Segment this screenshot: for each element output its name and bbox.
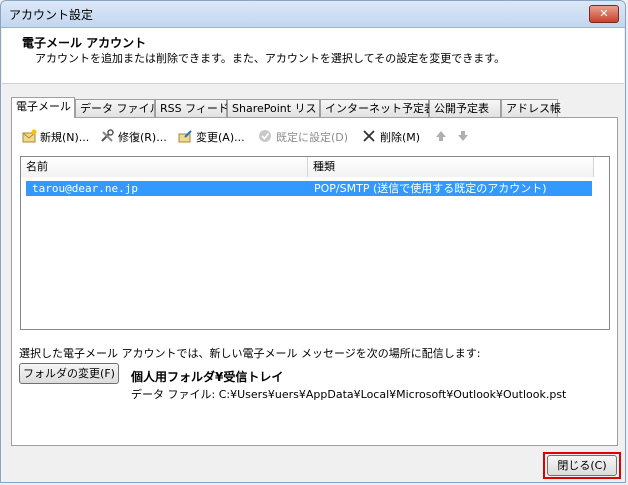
- change-icon: [178, 130, 192, 143]
- account-type: POP/SMTP (送信で使用する既定のアカウント): [314, 182, 547, 195]
- delete-label: 削除(M): [380, 131, 421, 144]
- email-tab-panel: 新規(N)... 修復(R)... 変更(A)... 既定に設定(D) 削除(M…: [11, 117, 618, 446]
- arrow-down-icon: [458, 131, 468, 141]
- repair-button[interactable]: 修復(R)...: [100, 129, 167, 147]
- column-header-name[interactable]: 名前: [21, 157, 308, 177]
- window-title: アカウント設定: [9, 8, 94, 22]
- account-settings-dialog: アカウント設定 ✕ 電子メール アカウント アカウントを追加または削除できます。…: [0, 0, 626, 483]
- check-circle-icon: [259, 130, 271, 142]
- delivery-description: 選択した電子メール アカウントでは、新しい電子メール メッセージを次の場所に配信…: [19, 347, 481, 360]
- close-icon: ✕: [599, 7, 609, 20]
- repair-icon: [101, 129, 114, 142]
- delivery-folder-name: 個人用フォルダ¥受信トレイ: [131, 370, 284, 384]
- tab-sharepoint-lists[interactable]: SharePoint リスト: [227, 99, 328, 117]
- change-button[interactable]: 変更(A)...: [178, 129, 245, 147]
- header-title: 電子メール アカウント: [22, 36, 147, 50]
- account-list[interactable]: 名前 種類 tarou@dear.ne.jp POP/SMTP (送信で使用する…: [20, 156, 610, 330]
- tab-email[interactable]: 電子メール: [11, 97, 75, 118]
- change-folder-button[interactable]: フォルダの変更(F): [19, 363, 119, 384]
- set-default-button[interactable]: 既定に設定(D): [258, 129, 348, 147]
- move-down-button[interactable]: [456, 129, 474, 147]
- new-account-icon: [22, 129, 37, 143]
- tab-address-books[interactable]: アドレス帳: [501, 99, 561, 117]
- change-label: 変更(A)...: [196, 131, 245, 144]
- repair-label: 修復(R)...: [118, 131, 167, 144]
- account-name: tarou@dear.ne.jp: [32, 182, 138, 195]
- delivery-folder-path: データ ファイル: C:¥Users¥uers¥AppData¥Local¥Mi…: [131, 388, 567, 401]
- tab-published-calendars[interactable]: 公開予定表: [429, 99, 501, 117]
- close-button-highlight: [543, 452, 621, 479]
- tab-internet-calendars[interactable]: インターネット予定表: [320, 99, 435, 117]
- column-header-type[interactable]: 種類: [308, 157, 594, 177]
- table-row[interactable]: tarou@dear.ne.jp POP/SMTP (送信で使用する既定のアカウ…: [26, 181, 592, 196]
- x-icon: [363, 130, 375, 142]
- move-up-button[interactable]: [434, 129, 452, 147]
- dialog-header: 電子メール アカウント アカウントを追加または削除できます。また、アカウントを選…: [2, 28, 624, 84]
- set-default-label: 既定に設定(D): [276, 131, 349, 144]
- window-close-button[interactable]: ✕: [589, 5, 619, 23]
- delete-button[interactable]: 削除(M): [362, 129, 420, 147]
- tab-rss-feeds[interactable]: RSS フィード: [155, 99, 229, 117]
- tab-data-files[interactable]: データ ファイル: [75, 99, 161, 117]
- arrow-up-icon: [436, 131, 446, 141]
- header-description: アカウントを追加または削除できます。また、アカウントを選択してその設定を変更でき…: [35, 52, 506, 65]
- new-label: 新規(N)...: [40, 131, 90, 144]
- new-button[interactable]: 新規(N)...: [22, 129, 89, 147]
- title-bar: アカウント設定 ✕: [1, 1, 625, 28]
